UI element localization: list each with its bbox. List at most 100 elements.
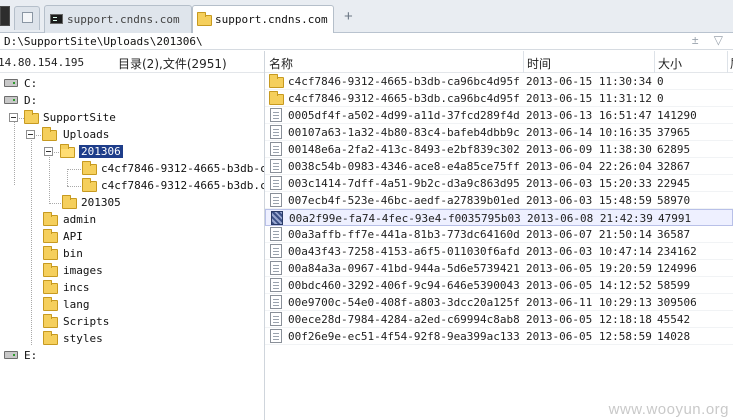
tree-node-label: admin (63, 213, 97, 226)
tree-node-label: bin (63, 247, 83, 260)
file-icon (270, 176, 282, 190)
file-row[interactable]: 00ece28d-7984-4284-a2ed-c69994c8ab89... 2… (265, 311, 733, 328)
file-name: 003c1414-7dff-4a51-9b2c-d3a9c863d95d... (288, 177, 520, 190)
terminal-icon (50, 14, 63, 24)
file-row[interactable]: 00a2f99e-fa74-4fec-93e4-f0035795b035... 2… (265, 209, 733, 226)
file-row[interactable]: 00107a63-1a32-4b80-83c4-bafeb4dbb9c9... 2… (265, 124, 733, 141)
file-name: 0038c54b-0983-4346-ace8-e4a85ce75fff... (288, 160, 520, 173)
file-name: 00a43f43-7258-4153-a6f5-011030f6afdc... (288, 245, 520, 258)
tab-list-button[interactable] (14, 6, 40, 30)
file-icon (270, 312, 282, 326)
tree-connector (31, 135, 32, 345)
file-size: 309506 (657, 296, 697, 309)
file-name: c4cf7846-9312-4665-b3db-ca96bc4d95f7 (288, 75, 520, 88)
file-row[interactable]: 0038c54b-0983-4346-ace8-e4a85ce75fff... 2… (265, 158, 733, 175)
file-icon (270, 108, 282, 122)
file-size: 58970 (657, 194, 691, 207)
open-folder-icon (60, 144, 75, 158)
file-row[interactable]: 003c1414-7dff-4a51-9b2c-d3a9c863d95d... 2… (265, 175, 733, 192)
file-size: 124996 (657, 262, 697, 275)
file-row[interactable]: 00f26e9e-ec51-4f54-92f8-9ea399ac1331... 2… (265, 328, 733, 345)
file-row[interactable]: 00a3affb-ff7e-441a-81b3-773dc64160d4... 2… (265, 226, 733, 243)
tab-label: support.cndns.com (215, 13, 328, 26)
file-list[interactable]: 名称 时间 大小 属 c4cf7846-9312-4665-b3db-ca96b… (265, 51, 733, 420)
folder-icon (43, 297, 58, 311)
column-separator[interactable] (523, 51, 524, 73)
collapse-icon[interactable] (26, 130, 35, 139)
file-row[interactable]: 007ecb4f-523e-46bc-aedf-a27839b01ed7... 2… (265, 192, 733, 209)
file-name: 0005df4f-a502-4d99-a11d-37fcd289f4d1... (288, 109, 520, 122)
tree-node-label: styles (63, 332, 103, 345)
file-name: 00e9700c-54e0-408f-a803-3dcc20a125f8... (288, 296, 520, 309)
column-header-name[interactable]: 名称 (269, 55, 293, 72)
folder-icon (269, 91, 284, 105)
folder-icon (43, 263, 58, 277)
tree-node-label: Uploads (63, 128, 110, 141)
tree-node-label: E: (24, 349, 38, 362)
file-icon (270, 329, 282, 343)
directory-tree[interactable]: C: D: SupportSite Uploads 201306 c4cf784… (0, 73, 264, 420)
tree-node-label: incs (63, 281, 90, 294)
folder-icon (43, 246, 58, 260)
file-row[interactable]: 00148e6a-2fa2-413c-8493-e2bf839c3021... 2… (265, 141, 733, 158)
tree-node-label: C: (24, 77, 38, 90)
file-manager-window: support.cndns.com support.cndns.com + D:… (0, 0, 733, 420)
server-ip: 14.80.154.195 (0, 56, 85, 69)
file-time: 2013-06-13 16:51:47 (526, 109, 652, 122)
square-icon (22, 12, 33, 23)
file-size: 14028 (657, 330, 691, 343)
column-separator[interactable] (727, 51, 728, 73)
file-time: 2013-06-04 22:26:04 (526, 160, 652, 173)
tree-connector (14, 118, 15, 185)
tab-terminal[interactable]: support.cndns.com (44, 5, 192, 33)
tree-node-label: c4cf7846-9312-4665-b3db-ca9 (101, 162, 264, 175)
file-time: 2013-06-05 12:58:59 (526, 330, 652, 343)
file-name: 00f26e9e-ec51-4f54-92f8-9ea399ac1331... (288, 330, 520, 343)
file-time: 2013-06-05 12:18:18 (526, 313, 652, 326)
file-row[interactable]: 00bdc460-3292-406f-9c94-646e5390043f... 2… (265, 277, 733, 294)
file-time: 2013-06-15 11:30:34 (526, 75, 652, 88)
file-row[interactable]: c4cf7846-9312-4665-b3db.ca96bc4d95f7 2013… (265, 90, 733, 107)
folder-icon (197, 12, 212, 26)
file-icon (270, 244, 282, 258)
column-header-size[interactable]: 大小 (658, 55, 682, 72)
file-size: 58599 (657, 279, 691, 292)
drive-icon (4, 351, 18, 359)
file-row[interactable]: c4cf7846-9312-4665-b3db-ca96bc4d95f7 2013… (265, 73, 733, 90)
tree-connector (67, 169, 68, 186)
file-name: 00a2f99e-fa74-4fec-93e4-f0035795b035... (289, 212, 521, 225)
tab-file-manager[interactable]: support.cndns.com (192, 5, 334, 34)
directory-summary: 目录(2),文件(2951) (118, 57, 227, 71)
file-time: 2013-06-03 15:20:33 (526, 177, 652, 190)
left-pane-header: 14.80.154.195 目录(2),文件(2951) (0, 51, 264, 73)
file-icon (270, 142, 282, 156)
path-bar[interactable]: D:\SupportSite\Uploads\201306\ ± ▽ (0, 33, 733, 50)
column-header-time[interactable]: 时间 (527, 55, 551, 72)
file-icon (270, 125, 282, 139)
path-input[interactable]: D:\SupportSite\Uploads\201306\ (4, 35, 203, 48)
new-tab-button[interactable]: + (344, 8, 353, 25)
tree-node-label: 201306 (79, 145, 123, 158)
column-separator[interactable] (654, 51, 655, 73)
folder-icon (43, 229, 58, 243)
file-name: c4cf7846-9312-4665-b3db.ca96bc4d95f7 (288, 92, 520, 105)
file-time: 2013-06-09 11:38:30 (526, 143, 652, 156)
file-icon (270, 278, 282, 292)
folder-icon (24, 110, 39, 124)
collapse-icon[interactable] (44, 147, 53, 156)
file-size: 62895 (657, 143, 691, 156)
file-row[interactable]: 00a84a3a-0967-41bd-944a-5d6e57394216... 2… (265, 260, 733, 277)
file-name: 00148e6a-2fa2-413c-8493-e2bf839c3021... (288, 143, 520, 156)
file-time: 2013-06-07 21:50:14 (526, 228, 652, 241)
file-size: 0 (657, 92, 664, 105)
file-row[interactable]: 00a43f43-7258-4153-a6f5-011030f6afdc... 2… (265, 243, 733, 260)
path-controls[interactable]: ± ▽ (692, 33, 729, 47)
collapse-icon[interactable] (9, 113, 18, 122)
file-icon (270, 193, 282, 207)
file-icon (271, 211, 283, 225)
file-row[interactable]: 00e9700c-54e0-408f-a803-3dcc20a125f8... 2… (265, 294, 733, 311)
tree-connector (67, 169, 81, 170)
file-size: 45542 (657, 313, 691, 326)
file-size: 141290 (657, 109, 697, 122)
file-row[interactable]: 0005df4f-a502-4d99-a11d-37fcd289f4d1... 2… (265, 107, 733, 124)
